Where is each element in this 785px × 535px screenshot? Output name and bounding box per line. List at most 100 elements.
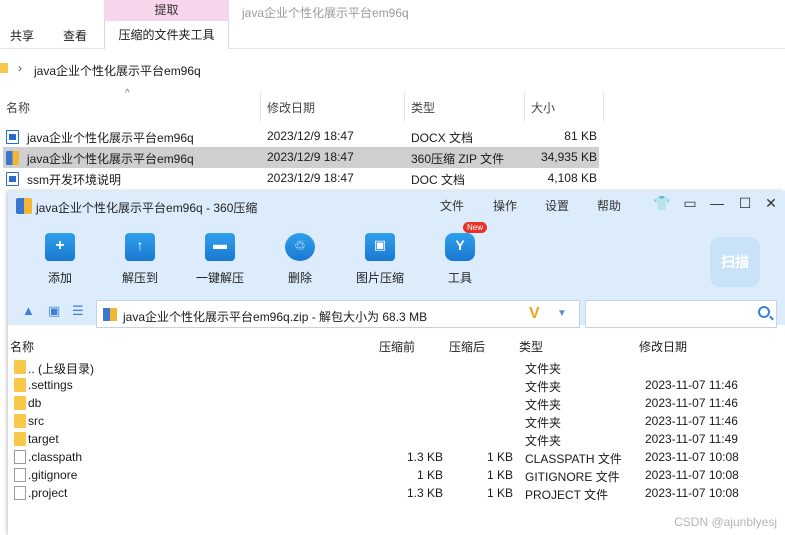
entry-date: 2023-11-07 11:49: [645, 432, 738, 446]
entry-type: 文件夹: [525, 380, 562, 394]
column-date[interactable]: 修改日期: [639, 338, 687, 355]
table-row[interactable]: .settings 文件夹 2023-11-07 11:46: [8, 376, 768, 394]
breadcrumb[interactable]: java企业个性化展示平台em96q: [34, 62, 201, 79]
entry-date: 2023-11-07 11:46: [645, 378, 738, 392]
list-view-icon[interactable]: ☰: [72, 303, 84, 319]
thumbnail-view-icon[interactable]: ▣: [48, 303, 60, 319]
tools-icon: Y: [445, 233, 475, 261]
list-item-selected[interactable]: java企业个性化展示平台em96q 2023/12/9 18:47 360压缩…: [3, 147, 599, 168]
up-arrow-icon[interactable]: ▲: [22, 303, 35, 318]
column-size[interactable]: 大小: [531, 99, 555, 116]
v-logo-icon[interactable]: V: [529, 305, 540, 323]
table-row[interactable]: .gitignore 1 KB 1 KB GITIGNORE 文件 2023-11-07…: [8, 466, 768, 484]
column-date[interactable]: 修改日期: [267, 99, 315, 116]
feedback-icon[interactable]: ▭: [681, 195, 699, 212]
menu-file[interactable]: 文件: [440, 197, 464, 214]
folder-icon: [14, 414, 26, 428]
table-row[interactable]: target 文件夹 2023-11-07 11:49: [8, 430, 768, 448]
zip-path-box[interactable]: java企业个性化展示平台em96q.zip - 解包大小为 68.3 MB V…: [96, 300, 580, 328]
search-icon[interactable]: [758, 306, 770, 318]
table-row[interactable]: db 文件夹 2023-11-07 11:46: [8, 394, 768, 412]
minimize-icon[interactable]: —: [708, 195, 726, 211]
docx-icon: [6, 130, 19, 144]
file-icon: [14, 468, 26, 482]
file-name: java企业个性化展示平台em96q: [27, 152, 194, 166]
tab-share[interactable]: 共享: [10, 27, 34, 44]
entry-name: .. (上级目录): [28, 362, 94, 376]
menu-help[interactable]: 帮助: [597, 197, 621, 214]
extract-to-button[interactable]: ↑ 解压到: [103, 229, 177, 289]
image-compress-button[interactable]: ▣ 图片压缩: [343, 229, 417, 289]
entry-type: 文件夹: [525, 434, 562, 448]
delete-button[interactable]: ♲ 删除: [263, 229, 337, 289]
entry-after: 1 KB: [486, 468, 513, 482]
folder-icon: [14, 432, 26, 446]
entry-type: GITIGNORE 文件: [525, 470, 620, 484]
list-item[interactable]: java企业个性化展示平台em96q 2023/12/9 18:47 DOCX …: [3, 126, 599, 147]
address-bar[interactable]: › java企业个性化展示平台em96q: [0, 58, 785, 82]
column-name[interactable]: 名称: [10, 338, 34, 355]
entry-name: .gitignore: [28, 468, 78, 482]
extract-to-icon: ↑: [125, 233, 155, 261]
add-button[interactable]: + 添加: [23, 229, 97, 289]
entry-date: 2023-11-07 10:08: [645, 450, 739, 464]
maximize-icon[interactable]: ☐: [736, 195, 754, 212]
watermark: CSDN @ajunblyesj: [674, 515, 777, 529]
list-item[interactable]: ssm开发环境说明 2023/12/9 18:47 DOC 文档 4,108 K…: [3, 168, 599, 189]
entry-before: 1.3 KB: [406, 486, 443, 500]
column-divider[interactable]: [260, 92, 261, 122]
table-row[interactable]: .classpath 1.3 KB 1 KB CLASSPATH 文件 2023-11-…: [8, 448, 768, 466]
scan-button[interactable]: 扫描: [710, 237, 760, 287]
entry-name: .project: [28, 486, 68, 500]
entry-type: CLASSPATH 文件: [525, 452, 622, 466]
column-divider[interactable]: [603, 92, 604, 122]
one-click-extract-label: 一键解压: [195, 271, 244, 285]
search-input[interactable]: [585, 300, 777, 328]
table-row[interactable]: .project 1.3 KB 1 KB PROJECT 文件 2023-11-07 1…: [8, 484, 768, 502]
entry-name: target: [28, 432, 59, 446]
file-type: 360压缩 ZIP 文件: [411, 152, 505, 166]
file-icon: [14, 486, 26, 500]
zip-nav-bar: ▲ ▣ ☰ java企业个性化展示平台em96q.zip - 解包大小为 68.…: [8, 295, 785, 328]
tab-compressed-folder-tools[interactable]: 压缩的文件夹工具: [104, 21, 229, 49]
zip-path-text: java企业个性化展示平台em96q.zip - 解包大小为 68.3 MB: [123, 310, 428, 324]
column-type[interactable]: 类型: [519, 338, 543, 355]
entry-type: 文件夹: [525, 362, 562, 376]
explorer-ribbon: 共享 查看 提取 压缩的文件夹工具 java企业个性化展示平台em96q: [0, 0, 785, 49]
dropdown-icon[interactable]: ▼: [557, 308, 567, 319]
column-divider[interactable]: [524, 92, 525, 122]
tools-button[interactable]: Y 工具: [423, 229, 497, 289]
folder-icon: [14, 378, 26, 392]
column-before[interactable]: 压缩前: [379, 338, 415, 355]
delete-label: 删除: [287, 271, 312, 285]
file-size: 81 KB: [564, 129, 597, 143]
zip-header-area: java企业个性化展示平台em96q - 360压缩 文件 操作 设置 帮助 👕…: [8, 191, 785, 328]
entry-name: .classpath: [28, 450, 83, 464]
file-name: ssm开发环境说明: [27, 173, 121, 187]
entry-date: 2023-11-07 10:08: [645, 468, 739, 482]
tab-view[interactable]: 查看: [63, 27, 87, 44]
doc-icon: [6, 172, 19, 186]
entry-name: src: [28, 414, 44, 428]
file-size: 4,108 KB: [547, 171, 597, 185]
skin-icon[interactable]: 👕: [653, 195, 671, 212]
add-label: 添加: [47, 271, 72, 285]
chevron-right-icon[interactable]: ›: [18, 61, 22, 75]
column-after[interactable]: 压缩后: [449, 338, 485, 355]
table-row[interactable]: src 文件夹 2023-11-07 11:46: [8, 412, 768, 430]
explorer-column-header: 名称 修改日期 类型 大小: [0, 92, 604, 122]
column-name[interactable]: 名称: [6, 99, 30, 116]
column-type[interactable]: 类型: [411, 99, 435, 116]
table-row[interactable]: .. (上级目录) 文件夹: [8, 358, 768, 376]
close-icon[interactable]: ✕: [762, 195, 780, 212]
column-divider[interactable]: [404, 92, 405, 122]
app-logo-icon: [16, 198, 32, 214]
menu-operate[interactable]: 操作: [493, 197, 517, 214]
entry-type: PROJECT 文件: [525, 488, 609, 502]
menu-settings[interactable]: 设置: [545, 197, 569, 214]
file-name: java企业个性化展示平台em96q: [27, 131, 194, 145]
context-tab-header-extract[interactable]: 提取: [104, 0, 229, 21]
one-click-extract-button[interactable]: ▬ 一键解压: [183, 229, 257, 289]
extract-to-label: 解压到: [121, 271, 158, 285]
file-size: 34,935 KB: [540, 150, 597, 164]
